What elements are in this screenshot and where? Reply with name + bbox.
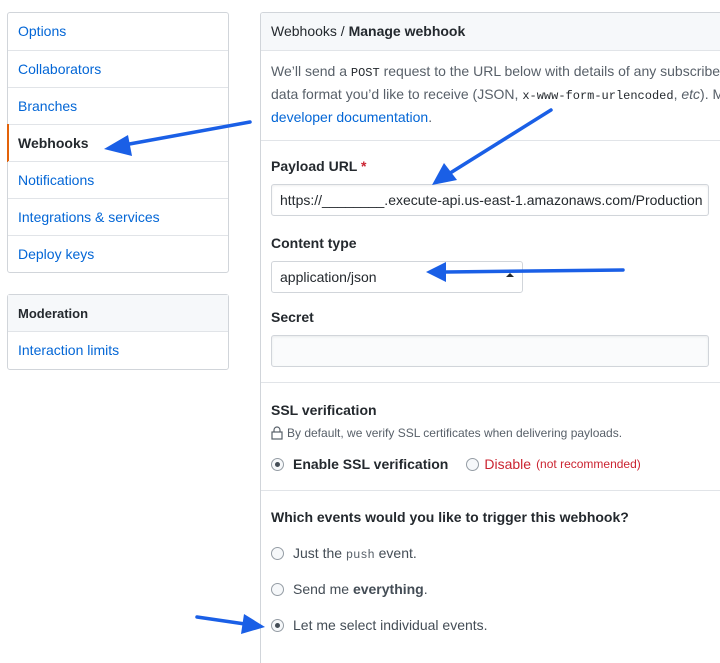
event-option-push[interactable]: Just the push event. <box>271 541 720 565</box>
moderation-menu: Moderation Interaction limits <box>7 294 229 370</box>
event-option-individual[interactable]: Let me select individual events. <box>271 613 720 637</box>
required-mark: * <box>361 158 367 174</box>
everything-radio[interactable] <box>271 582 284 596</box>
not-recommended-note: (not recommended) <box>536 457 641 471</box>
secret-input[interactable] <box>271 335 709 367</box>
payload-url-label: Payload URL * <box>271 158 367 174</box>
intro-text: . <box>428 109 433 125</box>
enable-ssl-label[interactable]: Enable SSL verification <box>293 456 448 472</box>
page-title: Manage webhook <box>348 23 466 39</box>
disable-ssl-radio[interactable] <box>466 457 480 471</box>
caret-up-icon <box>506 273 514 277</box>
payload-url-input[interactable]: https://________.execute-api.us-east-1.a… <box>271 184 709 216</box>
moderation-heading: Moderation <box>8 295 228 332</box>
form-urlencoded-code: x-www-form-urlencoded <box>522 89 674 103</box>
arrow-to-individual-events <box>195 615 247 626</box>
everything-label[interactable]: Send me everything. <box>293 581 428 597</box>
content-type-label: Content type <box>271 235 357 251</box>
push-event-label[interactable]: Just the push event. <box>293 545 417 562</box>
secret-label: Secret <box>271 309 314 325</box>
ssl-note: By default, we verify SSL certificates w… <box>271 426 720 440</box>
events-section: Which events would you like to trigger t… <box>261 509 720 637</box>
breadcrumb-webhooks[interactable]: Webhooks <box>271 23 337 39</box>
intro-text: data format you’d like to receive (JSON, <box>271 86 523 102</box>
sidebar-item-integrations[interactable]: Integrations & services <box>8 198 228 235</box>
ssl-section: SSL verification By default, we verify S… <box>261 402 720 476</box>
settings-menu: Options Collaborators Branches Webhooks … <box>7 12 229 273</box>
sidebar-item-notifications[interactable]: Notifications <box>8 161 228 198</box>
ssl-options: Enable SSL verification Disable (not rec… <box>271 452 720 476</box>
push-event-radio[interactable] <box>271 546 284 560</box>
individual-events-radio[interactable] <box>271 618 284 632</box>
individual-events-label[interactable]: Let me select individual events. <box>293 617 488 633</box>
manage-webhook-panel: Webhooks / Manage webhook We’ll send a P… <box>260 12 720 663</box>
divider <box>261 490 720 491</box>
content-type-select[interactable]: application/json <box>271 261 523 293</box>
intro-text: request to the URL below with details of… <box>379 63 720 79</box>
events-heading: Which events would you like to trigger t… <box>271 509 629 525</box>
intro-text: ). More <box>700 86 720 102</box>
sidebar-item-options[interactable]: Options <box>8 13 228 50</box>
event-option-everything[interactable]: Send me everything. <box>271 577 720 601</box>
divider <box>261 382 720 383</box>
disable-ssl-label[interactable]: Disable <box>484 456 531 472</box>
webhook-intro: We’ll send a POST request to the URL bel… <box>261 51 720 141</box>
content-type-value: application/json <box>280 269 377 285</box>
developer-docs-link[interactable]: developer documentation <box>271 109 428 125</box>
intro-text: etc <box>681 86 701 102</box>
enable-ssl-radio[interactable] <box>271 457 284 471</box>
sidebar-item-webhooks[interactable]: Webhooks <box>7 124 228 162</box>
sidebar-item-deploy-keys[interactable]: Deploy keys <box>8 235 228 272</box>
sidebar-item-collaborators[interactable]: Collaborators <box>8 50 228 87</box>
breadcrumb: Webhooks / Manage webhook <box>261 13 720 51</box>
intro-text: We’ll send a <box>271 63 351 79</box>
ssl-heading: SSL verification <box>271 402 377 418</box>
lock-icon <box>271 426 283 440</box>
sidebar-item-branches[interactable]: Branches <box>8 87 228 124</box>
breadcrumb-separator: / <box>336 23 349 39</box>
webhook-form: Payload URL * https://________.execute-a… <box>261 158 720 367</box>
post-code: POST <box>350 66 380 80</box>
sidebar-item-interaction-limits[interactable]: Interaction limits <box>8 332 228 369</box>
